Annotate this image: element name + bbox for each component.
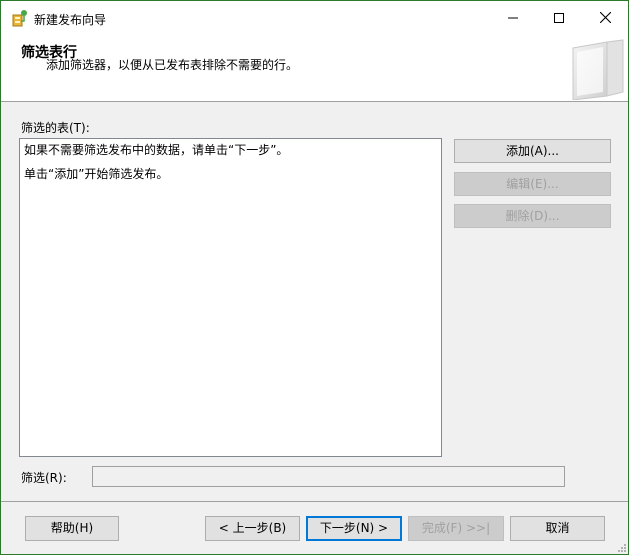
edit-filter-button[interactable]: 编辑(E)... [454, 172, 611, 196]
list-item: 如果不需要筛选发布中的数据，请单击“下一步”。 [24, 143, 289, 157]
list-item: 单击“添加”开始筛选发布。 [24, 167, 169, 181]
footer-divider [1, 501, 628, 502]
minimize-icon [508, 17, 518, 18]
delete-filter-button[interactable]: 删除(D)... [454, 204, 611, 228]
close-button[interactable] [582, 1, 628, 34]
help-button[interactable]: 帮助(H) [25, 516, 119, 541]
title-bar[interactable]: 新建发布向导 [1, 1, 628, 34]
book-graphic-icon [567, 38, 625, 101]
page-subtitle: 添加筛选器，以便从已发布表排除不需要的行。 [46, 58, 299, 72]
maximize-icon [554, 12, 564, 23]
close-icon [599, 12, 611, 23]
filtered-tables-list[interactable]: 如果不需要筛选发布中的数据，请单击“下一步”。 单击“添加”开始筛选发布。 [19, 138, 442, 457]
maximize-button[interactable] [536, 1, 582, 34]
finish-button[interactable]: 完成(F) >>| [408, 516, 504, 541]
minimize-button[interactable] [490, 1, 536, 34]
wizard-window: 新建发布向导 筛选表行 添加筛选器，以便从已发布表排除不需要的行。 筛选的表(T… [0, 0, 629, 555]
wizard-header: 筛选表行 添加筛选器，以便从已发布表排除不需要的行。 [1, 34, 628, 102]
window-title: 新建发布向导 [34, 13, 107, 27]
resize-grip-icon[interactable] [615, 541, 627, 553]
filter-text-field[interactable] [92, 466, 565, 487]
app-icon [12, 9, 28, 27]
filter-label: 筛选(R): [21, 471, 67, 485]
filtered-tables-label: 筛选的表(T): [21, 121, 90, 135]
cancel-button[interactable]: 取消 [510, 516, 605, 541]
next-button[interactable]: 下一步(N) > [306, 516, 402, 541]
add-filter-button[interactable]: 添加(A)... [454, 139, 611, 163]
back-button[interactable]: < 上一步(B) [205, 516, 300, 541]
